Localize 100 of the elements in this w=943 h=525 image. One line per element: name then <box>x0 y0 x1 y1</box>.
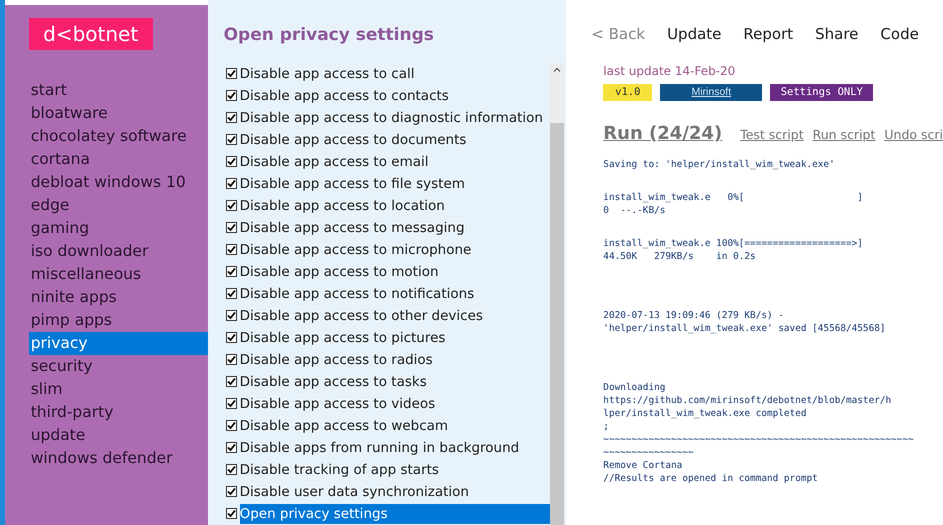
setting-item[interactable]: Disable app access to microphone <box>240 240 550 260</box>
setting-item[interactable]: Disable app access to pictures <box>240 328 550 348</box>
sidebar-item[interactable]: gaming <box>28 217 208 240</box>
sidebar-item[interactable]: security <box>28 355 208 378</box>
script-link[interactable]: Undo scri <box>884 126 943 145</box>
toolbar-button[interactable]: Update <box>667 22 722 46</box>
checkbox[interactable] <box>226 332 237 343</box>
sidebar-item[interactable]: cortana <box>28 148 208 171</box>
badge: v1.0 <box>603 84 652 101</box>
log-line: ~~~~~~~~~~~~~~~~ <box>603 446 695 459</box>
setting-item[interactable]: Open privacy settings <box>240 504 550 524</box>
checkmark-icon <box>226 135 236 144</box>
setting-item[interactable]: Disable app access to file system <box>240 174 550 194</box>
checkbox[interactable] <box>226 288 237 299</box>
checkbox[interactable] <box>226 112 237 123</box>
logo: d<botnet <box>28 18 153 50</box>
sidebar-item[interactable]: chocolatey software <box>28 125 208 148</box>
setting-item[interactable]: Disable app access to messaging <box>240 218 550 238</box>
setting-item[interactable]: Disable app access to call <box>240 64 550 84</box>
checkbox[interactable] <box>226 266 237 277</box>
sidebar-item[interactable]: debloat windows 10 <box>28 171 208 194</box>
sidebar-item[interactable]: ninite apps <box>28 286 208 309</box>
checkbox[interactable] <box>226 398 237 409</box>
log-line: ~~~~~~~~~~~~~~~~~~~~~~~~~~~~~~~~~~~~~~~~~~~~~~~~~~~~~~~ <box>603 433 915 446</box>
checkbox[interactable] <box>226 508 237 519</box>
setting-item[interactable]: Disable tracking of app starts <box>240 460 550 480</box>
badge[interactable]: Mirinsoft <box>660 84 762 101</box>
checkbox[interactable] <box>226 68 237 79</box>
checkmark-icon <box>226 355 236 364</box>
sidebar-item[interactable]: edge <box>28 194 208 217</box>
sidebar-item[interactable]: iso downloader <box>28 240 208 263</box>
checkbox[interactable] <box>226 354 237 365</box>
sidebar-item[interactable]: windows defender <box>28 447 208 470</box>
log-line: 0 --.-KB/s <box>603 204 666 217</box>
setting-item[interactable]: Disable app access to videos <box>240 394 550 414</box>
log-line: 'helper/install_wim_tweak.exe' saved [45568/45568] <box>603 322 887 335</box>
log-line: install_wim_tweak.e 100%[===================>] <box>603 237 864 250</box>
setting-item[interactable]: Disable app access to other devices <box>240 306 550 326</box>
log-line: Saving to: 'helper/install_wim_tweak.exe' <box>603 158 836 171</box>
sidebar-item[interactable]: update <box>28 424 208 447</box>
checkmark-icon <box>226 465 236 474</box>
checkmark-icon <box>226 69 236 78</box>
checkmark-icon <box>226 421 236 430</box>
checkmark-icon <box>226 267 236 276</box>
checkmark-icon <box>226 289 236 298</box>
setting-item[interactable]: Disable app access to webcam <box>240 416 550 436</box>
checkmark-icon <box>226 245 236 254</box>
back-link[interactable]: < Back <box>591 22 646 46</box>
log-line: 2020-07-13 19:09:46 (279 KB/s) - <box>603 309 785 322</box>
setting-item[interactable]: Disable app access to documents <box>240 130 550 150</box>
checkbox[interactable] <box>226 134 237 145</box>
last-update-text: last update 14-Feb-20 <box>603 63 736 80</box>
log-line: https://github.com/mirinsoft/debotnet/blob/master/h <box>603 394 892 407</box>
scroll-up-icon[interactable] <box>553 67 562 72</box>
checkmark-icon <box>226 201 236 210</box>
setting-item[interactable]: Disable app access to contacts <box>240 86 550 106</box>
checkbox[interactable] <box>226 178 237 189</box>
checkbox[interactable] <box>226 156 237 167</box>
checkbox[interactable] <box>226 310 237 321</box>
sidebar-item[interactable]: start <box>28 79 208 102</box>
log-line: lper/install_wim_tweak.exe completed <box>603 407 808 420</box>
sidebar-item[interactable]: privacy <box>28 332 208 355</box>
setting-item[interactable]: Disable app access to location <box>240 196 550 216</box>
badge: Settings ONLY <box>770 84 874 101</box>
checkmark-icon <box>226 509 236 518</box>
checkbox[interactable] <box>226 376 237 387</box>
setting-item[interactable]: Disable apps from running in background <box>240 438 550 458</box>
checkbox[interactable] <box>226 200 237 211</box>
script-link[interactable]: Test script <box>740 126 804 145</box>
checkbox[interactable] <box>226 222 237 233</box>
sidebar-item[interactable]: bloatware <box>28 102 208 125</box>
checkmark-icon <box>226 157 236 166</box>
toolbar-button[interactable]: Code <box>880 22 919 46</box>
run-heading: Run (24/24) <box>603 122 722 146</box>
setting-item[interactable]: Disable app access to tasks <box>240 372 550 392</box>
setting-item[interactable]: Disable app access to motion <box>240 262 550 282</box>
sidebar-item[interactable]: miscellaneous <box>28 263 208 286</box>
checkbox[interactable] <box>226 464 237 475</box>
checkbox[interactable] <box>226 90 237 101</box>
setting-item[interactable]: Disable app access to email <box>240 152 550 172</box>
log-line: 44.50K 279KB/s in 0.2s <box>603 250 757 263</box>
sidebar-item[interactable]: pimp apps <box>28 309 208 332</box>
sidebar-item[interactable]: third-party <box>28 401 208 424</box>
panel-title: Open privacy settings <box>224 24 435 47</box>
checkbox[interactable] <box>226 420 237 431</box>
checkbox[interactable] <box>226 486 237 497</box>
checkmark-icon <box>226 179 236 188</box>
setting-item[interactable]: Disable app access to diagnostic information <box>240 108 550 128</box>
checkbox[interactable] <box>226 442 237 453</box>
toolbar-button[interactable]: Report <box>743 22 794 46</box>
setting-item[interactable]: Disable user data synchronization <box>240 482 550 502</box>
log-line: Downloading <box>603 381 666 394</box>
checkmark-icon <box>226 223 236 232</box>
toolbar-button[interactable]: Share <box>815 22 858 46</box>
script-link[interactable]: Run script <box>812 126 876 145</box>
setting-item[interactable]: Disable app access to radios <box>240 350 550 370</box>
checkbox[interactable] <box>226 244 237 255</box>
log-line: //Results are opened in command prompt <box>603 472 819 485</box>
setting-item[interactable]: Disable app access to notifications <box>240 284 550 304</box>
sidebar-item[interactable]: slim <box>28 378 208 401</box>
